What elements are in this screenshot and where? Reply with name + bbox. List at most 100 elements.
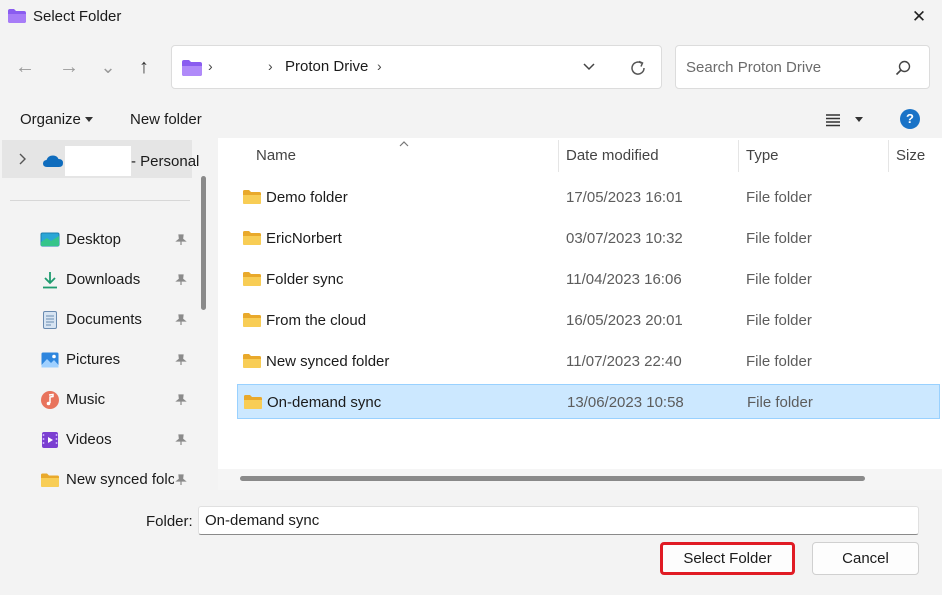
onedrive-label: - Personal — [131, 153, 200, 170]
title-bar: Select Folder ✕ — [0, 0, 942, 34]
chevron-down-icon: ⌄ — [100, 56, 116, 77]
file-row[interactable]: New synced folder 11/07/2023 22:40 File … — [237, 344, 940, 379]
organize-button[interactable]: Organize — [20, 111, 81, 128]
column-divider[interactable] — [738, 140, 739, 172]
sidebar-item-label: Videos — [66, 431, 112, 448]
nav-divider — [10, 200, 190, 201]
file-date: 03/07/2023 10:32 — [566, 230, 683, 247]
pin-icon[interactable] — [175, 354, 187, 366]
pin-icon[interactable] — [175, 314, 187, 326]
breadcrumb-separator[interactable]: › — [377, 58, 382, 74]
column-header-name[interactable]: Name — [256, 147, 296, 164]
refresh-icon[interactable] — [628, 58, 648, 78]
file-row[interactable]: From the cloud 16/05/2023 20:01 File fol… — [237, 303, 940, 338]
column-header-type[interactable]: Type — [746, 147, 779, 164]
search-box[interactable]: Search Proton Drive — [675, 45, 930, 89]
close-icon: ✕ — [911, 7, 927, 26]
file-name: Folder sync — [266, 271, 344, 288]
document-icon — [43, 311, 57, 329]
folder-icon — [243, 272, 261, 286]
sidebar-item-label: Desktop — [66, 231, 122, 248]
column-divider[interactable] — [888, 140, 889, 172]
file-name: New synced folder — [266, 353, 390, 370]
file-type: File folder — [746, 230, 812, 247]
select-folder-button[interactable]: Select Folder — [660, 542, 795, 575]
column-header-size[interactable]: Size — [896, 147, 925, 164]
sidebar-item-label: Downloads — [66, 271, 141, 288]
folder-name-input[interactable]: On-demand sync — [198, 506, 919, 535]
file-name: Demo folder — [266, 189, 348, 206]
file-row[interactable]: Folder sync 11/04/2023 16:06 File folder — [237, 262, 940, 297]
file-type: File folder — [746, 312, 812, 329]
caret-down-icon[interactable] — [85, 117, 93, 122]
redacted-account-name — [65, 146, 131, 176]
pin-icon[interactable] — [175, 274, 187, 286]
file-type: File folder — [746, 189, 812, 206]
sort-ascending-icon — [399, 141, 409, 147]
nav-scrollbar[interactable] — [201, 176, 206, 310]
sidebar-item-pictures[interactable]: Pictures — [0, 340, 200, 380]
folder-icon — [243, 190, 261, 204]
breadcrumb-separator[interactable]: › — [208, 58, 213, 74]
view-options-icon[interactable] — [825, 113, 841, 127]
new-folder-button[interactable]: New folder — [130, 111, 202, 128]
pictures-icon — [41, 352, 59, 368]
back-button[interactable]: ← — [12, 54, 38, 80]
sidebar-item-music[interactable]: Music — [0, 380, 200, 420]
file-type: File folder — [746, 271, 812, 288]
caret-down-icon[interactable] — [855, 117, 863, 122]
pin-icon[interactable] — [175, 394, 187, 406]
forward-button[interactable]: → — [56, 54, 82, 80]
file-row[interactable]: EricNorbert 03/07/2023 10:32 File folder — [237, 221, 940, 256]
sidebar-item-videos[interactable]: Videos — [0, 420, 200, 460]
onedrive-cloud-icon — [43, 155, 63, 167]
file-date: 11/07/2023 22:40 — [566, 353, 682, 370]
column-header-date-modified[interactable]: Date modified — [566, 147, 659, 164]
folder-icon — [41, 473, 59, 487]
column-divider[interactable] — [558, 140, 559, 172]
up-button[interactable]: ↑ — [131, 54, 157, 80]
search-icon[interactable] — [895, 60, 911, 76]
sidebar-item-new-synced-folder[interactable]: New synced folc — [0, 460, 200, 490]
sidebar-item-documents[interactable]: Documents — [0, 300, 200, 340]
sidebar-item-label: Music — [66, 391, 106, 408]
file-row-selected[interactable]: On-demand sync 13/06/2023 10:58 File fol… — [237, 384, 940, 419]
file-date: 13/06/2023 10:58 — [567, 394, 684, 411]
sidebar-item-desktop[interactable]: Desktop — [0, 220, 200, 260]
sidebar-item-label: New synced folc — [66, 471, 174, 488]
search-input[interactable]: Search Proton Drive — [686, 59, 821, 76]
window-title: Select Folder — [33, 8, 122, 25]
file-name: On-demand sync — [267, 394, 382, 411]
help-icon[interactable]: ? — [900, 109, 920, 129]
sidebar-item-downloads[interactable]: Downloads — [0, 260, 200, 300]
recent-locations-button[interactable]: ⌄ — [95, 54, 121, 80]
address-dropdown-icon[interactable] — [582, 59, 596, 73]
file-type: File folder — [747, 394, 813, 411]
folder-icon — [243, 354, 261, 368]
forward-arrow-icon: → — [59, 55, 79, 78]
desktop-icon — [40, 232, 60, 247]
close-button[interactable]: ✕ — [896, 0, 942, 34]
horizontal-scrollbar[interactable] — [240, 476, 865, 481]
breadcrumb-proton-drive[interactable]: Proton Drive — [285, 58, 368, 75]
command-bar: Organize New folder ? — [0, 100, 942, 138]
pin-icon[interactable] — [175, 434, 187, 446]
address-bar[interactable]: › › Proton Drive › — [171, 45, 662, 89]
pin-icon[interactable] — [175, 474, 187, 486]
cancel-button[interactable]: Cancel — [812, 542, 919, 575]
videos-icon — [42, 432, 58, 448]
back-arrow-icon: ← — [15, 55, 35, 78]
onedrive-nav-item[interactable]: - Personal — [2, 140, 199, 178]
folder-icon — [243, 313, 261, 327]
proton-folder-icon — [182, 60, 202, 76]
file-row[interactable]: Demo folder 17/05/2023 16:01 File folder — [237, 180, 940, 215]
file-type: File folder — [746, 353, 812, 370]
folder-icon — [244, 395, 262, 409]
pin-icon[interactable] — [175, 234, 187, 246]
breadcrumb-separator[interactable]: › — [268, 58, 273, 74]
folder-icon — [243, 231, 261, 245]
sidebar-item-label: Pictures — [66, 351, 121, 368]
file-name: From the cloud — [266, 312, 367, 329]
file-date: 16/05/2023 20:01 — [566, 312, 683, 329]
chevron-right-icon[interactable] — [18, 153, 28, 165]
